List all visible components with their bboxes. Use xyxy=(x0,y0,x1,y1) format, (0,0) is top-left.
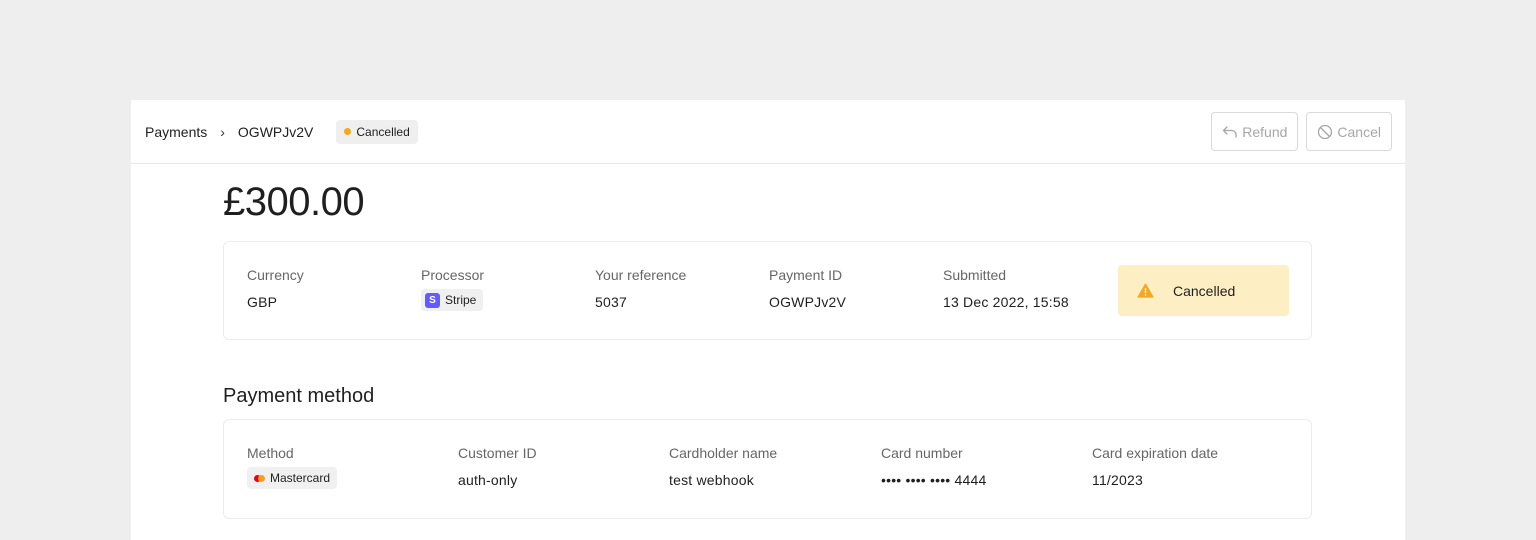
header-actions: Refund Cancel xyxy=(1211,112,1392,151)
mastercard-icon xyxy=(254,474,265,482)
currency-label: Currency xyxy=(247,267,304,283)
reference-field: Your reference 5037 xyxy=(595,266,686,311)
submitted-value: 13 Dec 2022, 15:58 xyxy=(943,294,1069,310)
payment-method-heading: Payment method xyxy=(223,385,375,407)
method-value: Mastercard xyxy=(270,471,331,485)
top-bar: Payments › OGWPJv2V Cancelled Refund Can… xyxy=(131,100,1405,164)
payment-detail-panel: Payments › OGWPJv2V Cancelled Refund Can… xyxy=(131,100,1405,540)
payment-id-value: OGWPJv2V xyxy=(769,294,847,310)
main-content: £300.00 Currency GBP Processor S Stripe … xyxy=(223,164,1312,519)
card-number-label: Card number xyxy=(881,445,963,461)
processor-chip: S Stripe xyxy=(421,289,484,311)
payment-amount: £300.00 xyxy=(223,180,365,224)
refund-button-label: Refund xyxy=(1242,123,1288,140)
reference-value: 5037 xyxy=(595,294,627,310)
expiry-field: Card expiration date 11/2023 xyxy=(1092,444,1218,489)
expiry-label: Card expiration date xyxy=(1092,445,1219,461)
breadcrumb-separator: › xyxy=(220,123,225,140)
currency-field: Currency GBP xyxy=(247,266,304,311)
processor-value: Stripe xyxy=(445,293,477,307)
method-label: Method xyxy=(247,445,294,461)
submitted-field: Submitted 13 Dec 2022, 15:58 xyxy=(943,266,1069,311)
payment-method-card: Method Mastercard Customer ID auth-only … xyxy=(223,419,1312,519)
payment-id-label: Payment ID xyxy=(769,267,843,283)
refund-button[interactable]: Refund xyxy=(1211,112,1299,151)
method-chip: Mastercard xyxy=(247,467,338,489)
payment-summary-card: Currency GBP Processor S Stripe Your ref… xyxy=(223,241,1312,340)
reference-label: Your reference xyxy=(595,267,687,283)
card-number-value: •••• •••• •••• 4444 xyxy=(881,472,987,488)
breadcrumb-current: OGWPJv2V xyxy=(237,123,314,140)
card-number-field: Card number •••• •••• •••• 4444 xyxy=(881,444,986,489)
alert-label: Cancelled xyxy=(1173,282,1236,299)
expiry-value: 11/2023 xyxy=(1092,472,1143,488)
stripe-logo-icon: S xyxy=(425,292,440,308)
submitted-label: Submitted xyxy=(943,267,1007,283)
prohibited-icon xyxy=(1318,124,1333,139)
processor-label: Processor xyxy=(421,267,485,283)
breadcrumb-payments-link[interactable]: Payments xyxy=(145,124,207,140)
currency-value: GBP xyxy=(247,294,278,310)
status-dot xyxy=(344,128,352,135)
customer-id-value: auth-only xyxy=(458,472,518,488)
cancel-button[interactable]: Cancel xyxy=(1306,112,1392,151)
warning-icon xyxy=(1137,283,1154,298)
status-badge: Cancelled xyxy=(336,119,418,144)
method-field: Method Mastercard xyxy=(247,444,338,489)
cardholder-field: Cardholder name test webhook xyxy=(669,444,777,489)
refund-icon xyxy=(1223,125,1237,138)
cancel-button-label: Cancel xyxy=(1337,123,1381,140)
payment-id-field: Payment ID OGWPJv2V xyxy=(769,266,846,311)
cardholder-value: test webhook xyxy=(669,472,754,488)
customer-id-field: Customer ID auth-only xyxy=(458,444,537,489)
status-label: Cancelled xyxy=(356,124,410,139)
cancelled-alert: Cancelled xyxy=(1118,265,1289,316)
cardholder-label: Cardholder name xyxy=(669,445,778,461)
processor-field: Processor S Stripe xyxy=(421,266,484,311)
customer-id-label: Customer ID xyxy=(458,445,537,461)
